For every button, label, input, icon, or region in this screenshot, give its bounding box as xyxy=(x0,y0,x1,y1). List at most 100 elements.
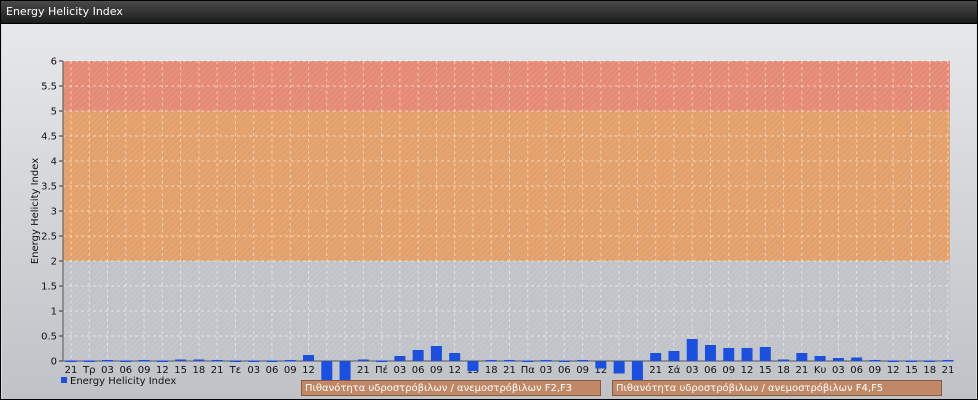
bar xyxy=(869,360,881,362)
bar xyxy=(650,353,662,361)
bar xyxy=(759,347,771,361)
x-tick-label: 03 xyxy=(832,365,845,376)
legend-label: Energy Helicity Index xyxy=(70,376,177,387)
bar xyxy=(832,358,844,361)
bar xyxy=(613,361,625,374)
bar xyxy=(138,360,150,362)
x-tick-label: 15 xyxy=(759,365,772,376)
y-tick-label: 5 xyxy=(51,107,57,118)
x-tick-label: 09 xyxy=(430,365,443,376)
x-tick-label: 12 xyxy=(302,365,315,376)
x-tick-label: 06 xyxy=(850,365,863,376)
x-tick-label: 15 xyxy=(174,365,187,376)
bar xyxy=(723,348,735,361)
bar xyxy=(704,345,716,361)
bar xyxy=(412,350,424,361)
bar xyxy=(266,360,278,362)
x-tick-label: 09 xyxy=(284,365,297,376)
x-tick-label: 03 xyxy=(101,365,114,376)
x-tick-label: 03 xyxy=(394,365,407,376)
bar xyxy=(449,353,461,361)
bar xyxy=(211,360,223,362)
bar xyxy=(175,359,187,361)
bar xyxy=(303,355,315,361)
y-tick-label: 6 xyxy=(51,57,57,68)
x-tick-label: 21 xyxy=(211,365,224,376)
bar xyxy=(814,356,826,361)
bar xyxy=(65,360,77,362)
y-tick-label: 3.5 xyxy=(41,182,57,193)
y-tick-label: 2.5 xyxy=(41,232,57,243)
x-tick-label: 09 xyxy=(138,365,151,376)
bar xyxy=(595,361,607,369)
bar xyxy=(540,360,552,362)
bar xyxy=(394,356,406,361)
x-tick-label: 06 xyxy=(119,365,132,376)
bar xyxy=(83,360,95,362)
y-tick-label: 4 xyxy=(51,157,57,168)
x-tick-label: 09 xyxy=(869,365,882,376)
x-tick-label: 21 xyxy=(503,365,516,376)
x-tick-label: 12 xyxy=(156,365,169,376)
bar xyxy=(577,360,589,362)
bar xyxy=(467,361,479,371)
x-tick-label: 06 xyxy=(412,365,425,376)
y-tick-label: 5.5 xyxy=(41,82,57,93)
x-tick-label: 21 xyxy=(649,365,662,376)
bar xyxy=(887,360,899,362)
plot-area: 0 0.5 1 1.5 2 2.5 3 3.5 4 4.5 5 5.5 6 21 Τρ 03 06 09 12 15 1… xyxy=(2,24,976,399)
y-tick-label: 1 xyxy=(51,307,57,318)
x-tick-label: Πέ xyxy=(375,364,388,376)
x-tick-label: 03 xyxy=(540,365,553,376)
y-tick-label: 0 xyxy=(51,357,57,368)
x-tick-label: 21 xyxy=(795,365,808,376)
x-tick-label: Σά xyxy=(667,364,680,376)
bar xyxy=(686,339,698,361)
bar xyxy=(376,360,388,362)
bar xyxy=(485,360,497,362)
bar xyxy=(558,360,570,362)
x-tick-label: 15 xyxy=(905,365,918,376)
x-tick-label: 12 xyxy=(448,365,461,376)
title-bar: Energy Helicity Index xyxy=(1,1,977,24)
bar xyxy=(522,360,534,362)
x-tick-label: 21 xyxy=(357,365,370,376)
x-tick-label: 09 xyxy=(576,365,589,376)
legend-swatch-icon xyxy=(61,377,67,383)
x-tick-label: 03 xyxy=(686,365,699,376)
bar xyxy=(248,360,260,362)
y-tick-label: 4.5 xyxy=(41,132,57,143)
x-tick-label: 03 xyxy=(247,365,260,376)
x-tick-label: 06 xyxy=(266,365,279,376)
bar xyxy=(120,360,132,362)
bar xyxy=(942,360,954,362)
x-tick-label: 18 xyxy=(485,365,498,376)
bar xyxy=(357,359,369,361)
zone-label-f2f3: Πιθανότητα υδροστρόβιλων / ανεμοστρόβιλω… xyxy=(301,380,601,396)
x-tick-label: 21 xyxy=(65,365,78,376)
x-tick-label: 18 xyxy=(923,365,936,376)
x-tick-label: 06 xyxy=(704,365,717,376)
x-tick-label: Κυ xyxy=(814,365,827,376)
zone-label-f4f5: Πιθανότητα υδροστρόβιλων / ανεμοστρόβιλω… xyxy=(612,380,942,396)
window-title: Energy Helicity Index xyxy=(6,5,123,18)
chart-svg: 0 0.5 1 1.5 2 2.5 3 3.5 4 4.5 5 5.5 6 21 Τρ 03 06 09 12 15 1… xyxy=(30,57,954,386)
bar xyxy=(778,359,790,361)
y-axis-label: Energy Helicity Index xyxy=(30,158,41,264)
y-tick-label: 1.5 xyxy=(41,282,57,293)
legend: Energy Helicity Index xyxy=(61,376,176,387)
bar xyxy=(430,346,442,361)
bar xyxy=(924,360,936,362)
y-tick-label: 2 xyxy=(51,257,57,268)
y-tick-label: 3 xyxy=(51,207,57,218)
bar xyxy=(156,360,168,362)
x-tick-label: 18 xyxy=(193,365,206,376)
bar xyxy=(851,357,863,361)
bar xyxy=(284,360,296,362)
y-tick-label: 0.5 xyxy=(41,332,57,343)
bar xyxy=(905,360,917,362)
bar xyxy=(193,359,205,361)
bar xyxy=(229,360,241,362)
x-tick-label: Πα xyxy=(521,365,536,376)
bar xyxy=(504,360,515,362)
